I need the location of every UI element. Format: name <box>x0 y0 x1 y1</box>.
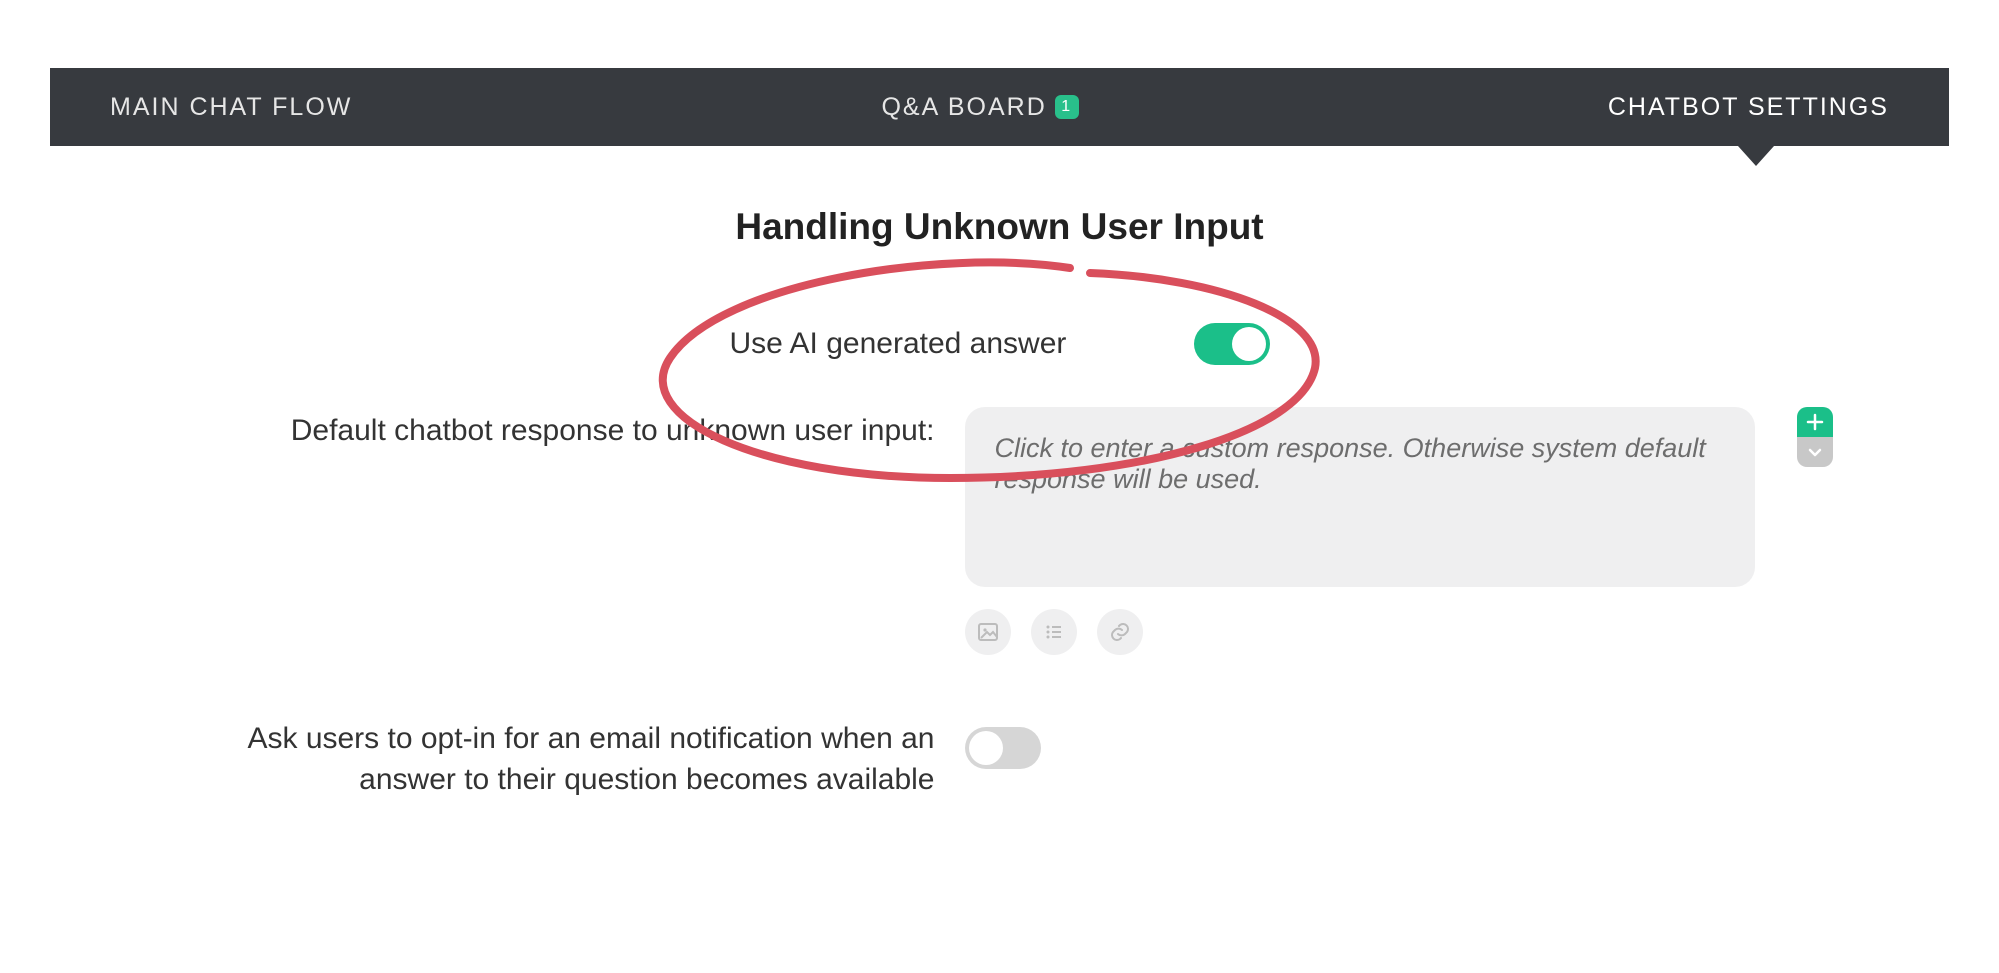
default-response-placeholder: Click to enter a custom response. Otherw… <box>995 433 1706 494</box>
plus-icon <box>1806 413 1824 431</box>
list-icon <box>1042 620 1066 644</box>
optin-email-label: Ask users to opt-in for an email notific… <box>185 715 935 800</box>
top-navbar: MAIN CHAT FLOW Q&A BOARD 1 CHATBOT SETTI… <box>50 68 1949 146</box>
attachment-toolbar <box>965 609 1755 655</box>
nav-tab-chatbot-settings[interactable]: CHATBOT SETTINGS <box>1608 93 1889 122</box>
add-response-button[interactable] <box>1797 407 1833 437</box>
chevron-down-icon <box>1806 443 1824 461</box>
default-response-input[interactable]: Click to enter a custom response. Otherw… <box>965 407 1755 587</box>
expand-response-button[interactable] <box>1797 437 1833 467</box>
active-tab-indicator <box>1738 146 1774 166</box>
attach-image-button[interactable] <box>965 609 1011 655</box>
nav-tab-label: MAIN CHAT FLOW <box>110 93 352 122</box>
image-icon <box>976 620 1000 644</box>
ai-answer-row: Use AI generated answer <box>730 323 1270 365</box>
optin-email-toggle[interactable] <box>965 727 1041 769</box>
attach-link-button[interactable] <box>1097 609 1143 655</box>
toggle-knob <box>969 731 1003 765</box>
ai-answer-label: Use AI generated answer <box>730 327 1067 361</box>
toggle-knob <box>1232 327 1266 361</box>
nav-tab-label: CHATBOT SETTINGS <box>1608 93 1889 122</box>
nav-tab-qa-board[interactable]: Q&A BOARD 1 <box>881 93 1078 122</box>
default-response-label: Default chatbot response to unknown user… <box>185 407 935 452</box>
response-side-controls <box>1785 407 1845 467</box>
nav-tab-main-chat-flow[interactable]: MAIN CHAT FLOW <box>110 93 352 122</box>
qa-board-badge: 1 <box>1055 95 1079 119</box>
section-title: Handling Unknown User Input <box>50 206 1949 248</box>
ai-answer-toggle[interactable] <box>1194 323 1270 365</box>
optin-email-row: Ask users to opt-in for an email notific… <box>185 715 1815 800</box>
nav-tab-label: Q&A BOARD <box>881 93 1046 122</box>
attach-list-button[interactable] <box>1031 609 1077 655</box>
default-response-row: Default chatbot response to unknown user… <box>185 407 1815 655</box>
link-icon <box>1108 620 1132 644</box>
